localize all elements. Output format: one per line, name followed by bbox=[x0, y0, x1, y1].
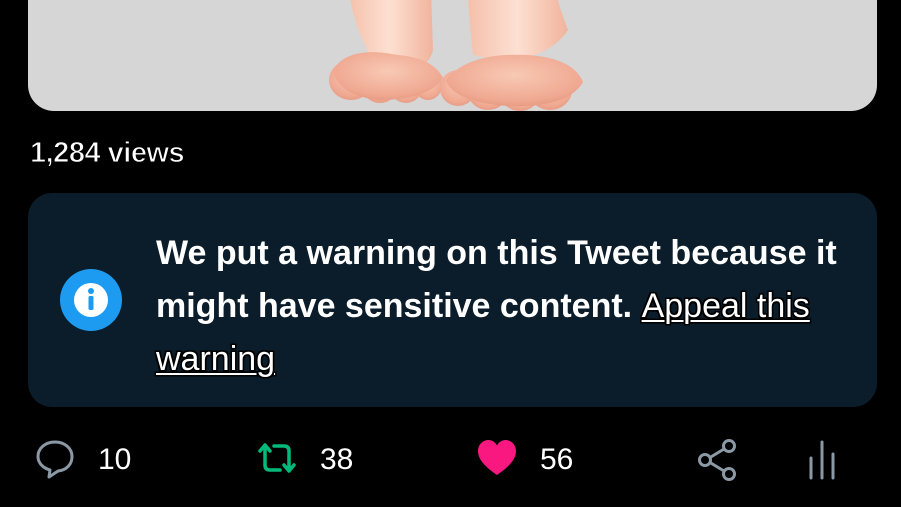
feet-illustration bbox=[329, 0, 583, 111]
like-count: 56 bbox=[540, 443, 574, 476]
like-button[interactable]: 56 bbox=[476, 430, 573, 490]
views-count: 1,284 views bbox=[29, 137, 185, 170]
reply-count: 10 bbox=[98, 443, 132, 476]
analytics-icon[interactable] bbox=[806, 438, 838, 487]
tweet-detail: 1,284 views We put a warning on this Twe… bbox=[0, 0, 901, 507]
sensitive-content-warning: We put a warning on this Tweet because i… bbox=[28, 193, 877, 407]
heart-icon bbox=[476, 437, 518, 484]
retweet-button[interactable]: 38 bbox=[254, 430, 353, 490]
reply-icon bbox=[34, 437, 76, 484]
warning-message-block: We put a warning on this Tweet because i… bbox=[156, 227, 856, 386]
tweet-media-image[interactable] bbox=[28, 0, 877, 111]
retweet-icon bbox=[254, 437, 300, 484]
retweet-count: 38 bbox=[320, 443, 354, 476]
share-icon[interactable] bbox=[696, 438, 740, 487]
tweet-action-bar: 10 38 56 bbox=[0, 430, 901, 490]
reply-button[interactable]: 10 bbox=[34, 430, 131, 490]
info-icon bbox=[59, 268, 123, 332]
